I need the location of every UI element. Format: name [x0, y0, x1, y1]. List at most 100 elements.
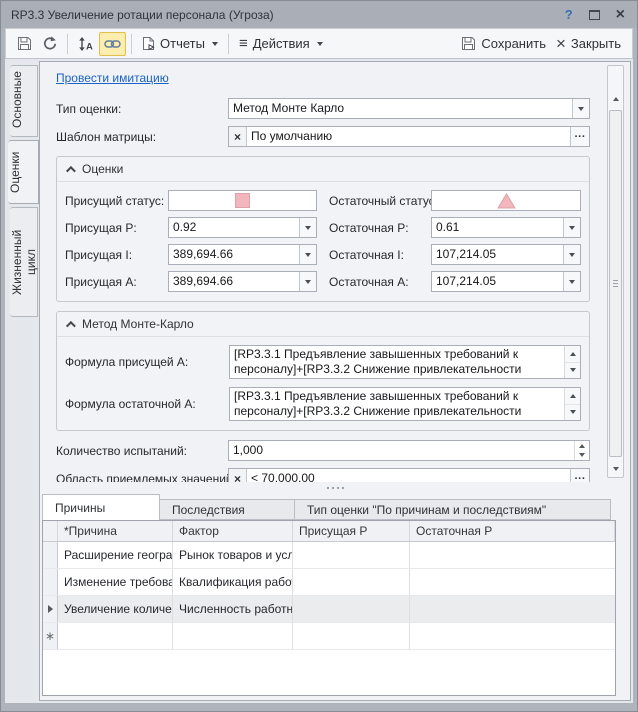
cell-residual-p[interactable] [410, 623, 615, 649]
residual-status-field[interactable] [431, 190, 581, 211]
cell-residual-p[interactable] [410, 542, 615, 568]
trials-value[interactable]: 1,000 [229, 441, 574, 460]
column-header-residual-p[interactable]: Остаточная P [410, 521, 615, 541]
cell-factor[interactable]: Численность работников [173, 596, 293, 622]
table-row[interactable]: Расширение географии ... Рынок товаров и… [43, 542, 615, 569]
maximize-icon[interactable] [589, 10, 600, 20]
cell-factor[interactable]: Квалификация работни... [173, 569, 293, 595]
inherent-p-value[interactable]: 0.92 [169, 218, 299, 237]
actions-menu-button[interactable]: ≡ Действия [234, 32, 328, 56]
scroll-down-button[interactable] [565, 363, 580, 379]
cell-factor[interactable]: Рынок товаров и услуг [173, 542, 293, 568]
inherent-i-combo[interactable]: 389,694.66 [168, 244, 317, 265]
table-row[interactable]: Изменение требований ... Квалификация ра… [43, 569, 615, 596]
column-header-inherent-p[interactable]: Присущая P [293, 521, 410, 541]
clear-x-icon[interactable]: × [229, 469, 247, 482]
dropdown-button[interactable] [563, 272, 580, 291]
residual-i-combo[interactable]: 107,214.05 [431, 244, 581, 265]
clear-x-icon[interactable]: × [229, 127, 247, 146]
run-simulation-link[interactable]: Провести имитацию [56, 71, 169, 85]
side-tab-scores[interactable]: Оценки [8, 140, 39, 204]
residual-formula-value[interactable]: [RP3.3.1 Предъявление завышенных требова… [230, 388, 564, 420]
residual-a-combo[interactable]: 107,214.05 [431, 271, 581, 292]
assessment-type-value[interactable]: Метод Монте Карло [229, 99, 572, 118]
tab-causes[interactable]: Причины [42, 494, 160, 520]
inherent-status-field[interactable] [168, 190, 317, 211]
cell-inherent-p[interactable] [293, 623, 410, 649]
save-and-keep-button[interactable]: Сохранить [456, 32, 551, 56]
dropdown-button[interactable] [299, 245, 316, 264]
inherent-formula-field[interactable]: [RP3.3.1 Предъявление завышенных требова… [229, 345, 581, 379]
column-header-factor[interactable]: Фактор [173, 521, 293, 541]
side-tab-lifecycle[interactable]: Жизненный цикл [10, 207, 38, 317]
row-indicator[interactable] [43, 569, 58, 595]
new-row-indicator[interactable]: ∗ [43, 623, 58, 649]
dropdown-button[interactable] [563, 218, 580, 237]
scroll-up-button[interactable] [565, 388, 580, 405]
trials-spin-field[interactable]: 1,000 [228, 440, 590, 461]
residual-i-value[interactable]: 107,214.05 [432, 245, 563, 264]
scrollbar-down-arrow[interactable] [608, 461, 623, 476]
scroll-down-button[interactable] [565, 405, 580, 421]
monte-carlo-group-body: Формула присущей A: [RP3.3.1 Предъявлени… [57, 337, 589, 430]
cell-inherent-p[interactable] [293, 569, 410, 595]
spin-up-button[interactable] [575, 441, 589, 451]
tab-assessment-type[interactable]: Тип оценки "По причинам и последствиям" [295, 499, 611, 520]
side-tab-main[interactable]: Основные [10, 65, 38, 137]
matrix-template-field[interactable]: × По умолчанию ··· [228, 126, 590, 147]
new-row[interactable]: ∗ [43, 623, 615, 650]
dropdown-button[interactable] [299, 272, 316, 291]
tab-consequences[interactable]: Последствия [160, 499, 295, 520]
current-row-indicator[interactable] [43, 596, 58, 622]
scrollbar-up-arrow[interactable] [608, 91, 623, 106]
cell-inherent-p[interactable] [293, 596, 410, 622]
cell-cause[interactable]: Изменение требований ... [58, 569, 173, 595]
residual-a-value[interactable]: 107,214.05 [432, 272, 563, 291]
save-button[interactable] [12, 32, 37, 56]
cell-residual-p[interactable] [410, 569, 615, 595]
cell-cause[interactable]: Расширение географии ... [58, 542, 173, 568]
residual-formula-field[interactable]: [RP3.3.1 Предъявление завышенных требова… [229, 387, 581, 421]
scores-group-header[interactable]: Оценки [57, 157, 589, 182]
table-row-current[interactable]: Увеличение количеств... Численность рабо… [43, 596, 615, 623]
inherent-i-value[interactable]: 389,694.66 [169, 245, 299, 264]
cell-residual-p[interactable] [410, 596, 615, 622]
inherent-formula-value[interactable]: [RP3.3.1 Предъявление завышенных требова… [230, 346, 564, 378]
cell-cause[interactable] [58, 623, 173, 649]
matrix-template-value[interactable]: По умолчанию [247, 127, 570, 146]
row-auto-height-button[interactable]: A [73, 32, 99, 56]
link-toggle-button[interactable] [99, 32, 126, 56]
dropdown-button[interactable] [299, 218, 316, 237]
refresh-button[interactable] [37, 32, 62, 56]
close-form-button[interactable]: × Закрыть [551, 32, 626, 56]
trials-label: Количество испытаний: [56, 444, 228, 458]
horizontal-splitter[interactable] [40, 482, 630, 494]
ellipsis-button[interactable]: ··· [570, 127, 589, 146]
spin-down-button[interactable] [575, 451, 589, 461]
dropdown-button[interactable] [563, 245, 580, 264]
row-indicator[interactable] [43, 542, 58, 568]
inherent-a-value[interactable]: 389,694.66 [169, 272, 299, 291]
residual-p-combo[interactable]: 0.61 [431, 217, 581, 238]
dropdown-button[interactable] [572, 99, 589, 118]
close-icon[interactable]: × [616, 10, 625, 20]
column-header-cause[interactable]: *Причина [58, 521, 173, 541]
monte-carlo-group-header[interactable]: Метод Монте-Карло [57, 312, 589, 337]
residual-p-value[interactable]: 0.61 [432, 218, 563, 237]
assessment-type-label: Тип оценки: [56, 102, 228, 116]
cell-cause[interactable]: Увеличение количеств... [58, 596, 173, 622]
ellipsis-button[interactable]: ··· [570, 469, 589, 482]
acceptable-range-field[interactable]: × < 70,000.00 ··· [228, 468, 590, 482]
inherent-p-combo[interactable]: 0.92 [168, 217, 317, 238]
help-icon[interactable]: ? [565, 7, 573, 22]
scrollbar-thumb[interactable] [609, 110, 622, 457]
scroll-up-button[interactable] [565, 346, 580, 363]
acceptable-range-value[interactable]: < 70,000.00 [247, 469, 570, 482]
reports-menu-button[interactable]: Отчеты [137, 32, 223, 56]
cell-inherent-p[interactable] [293, 542, 410, 568]
vertical-scrollbar[interactable] [607, 65, 624, 478]
assessment-type-combo[interactable]: Метод Монте Карло [228, 98, 590, 119]
causes-grid: *Причина Фактор Присущая P Остаточная P … [42, 520, 616, 696]
inherent-a-combo[interactable]: 389,694.66 [168, 271, 317, 292]
cell-factor[interactable] [173, 623, 293, 649]
